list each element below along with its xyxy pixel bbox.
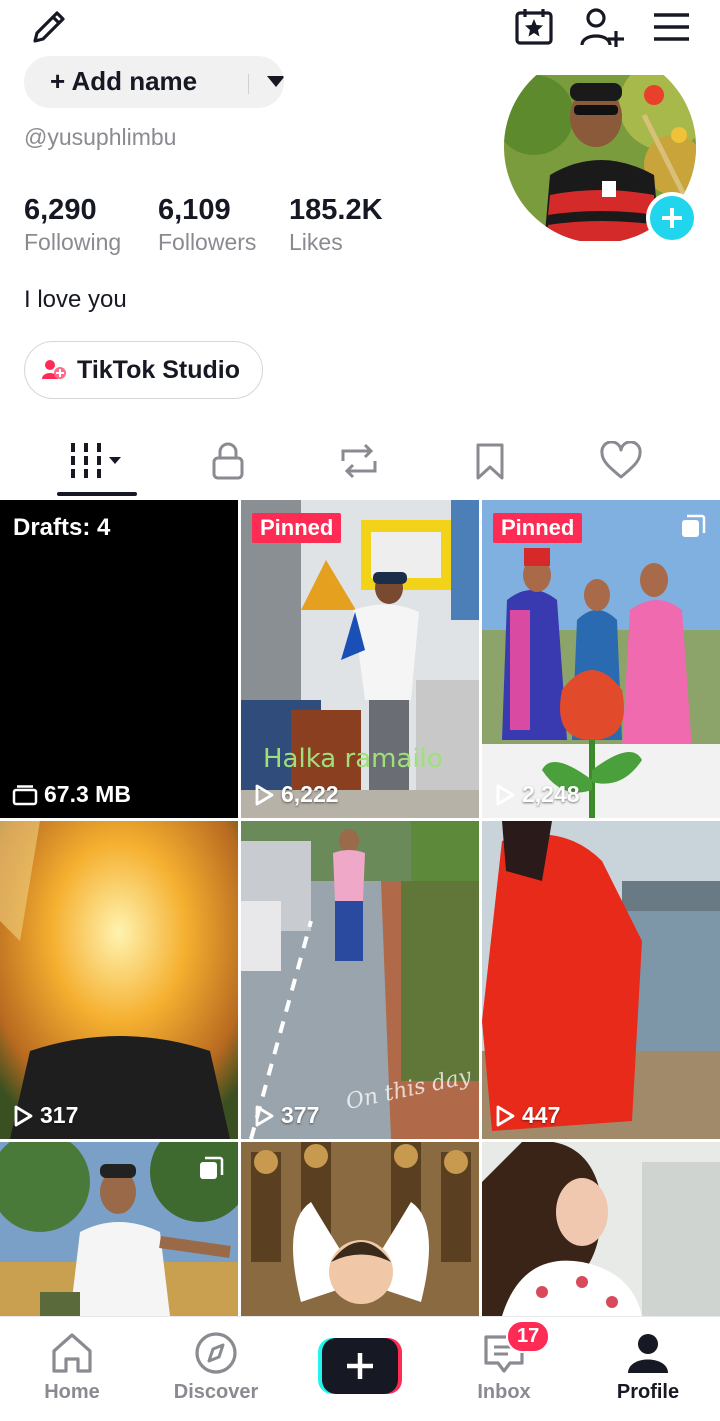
chevron-down-icon[interactable] (267, 76, 284, 87)
nav-discover-label: Discover (173, 1381, 259, 1403)
add-avatar-button[interactable] (646, 192, 698, 244)
add-friend-icon[interactable] (577, 2, 627, 52)
plus-icon (662, 208, 682, 228)
tiktok-studio-button[interactable]: TikTok Studio (24, 341, 263, 399)
stat-following[interactable]: 6,290 Following (24, 193, 121, 257)
menu-icon[interactable] (646, 2, 696, 52)
inbox-badge: 17 (506, 1320, 551, 1353)
followers-count: 6,109 (158, 194, 231, 226)
calendar-star-icon[interactable] (509, 2, 559, 52)
drafts-size: 67.3 MB (12, 781, 131, 808)
play-icon (14, 1105, 33, 1126)
view-count: 317 (12, 1102, 78, 1129)
view-count-value: 447 (522, 1102, 561, 1128)
view-count-value: 377 (281, 1102, 320, 1128)
video-tile[interactable]: 447 (482, 821, 720, 1139)
tab-favorites[interactable] (450, 433, 530, 489)
bottom-nav: Home Discover Inbox Profile (0, 1316, 720, 1420)
pinned-badge: Pinned (252, 513, 342, 543)
video-tile[interactable]: 317 (0, 821, 238, 1139)
view-count-value: 317 (40, 1102, 79, 1128)
home-icon (52, 1333, 92, 1373)
nav-home[interactable]: Home (7, 1317, 137, 1421)
play-icon (255, 784, 274, 805)
video-tile[interactable]: Pinned 2,248 (482, 500, 720, 818)
video-tile[interactable]: Halka ramailo Pinned 6,222 (241, 500, 479, 818)
add-name-divider (248, 74, 249, 94)
studio-people-icon (42, 360, 66, 379)
drafts-size-value: 67.3 MB (44, 781, 131, 807)
following-label: Following (24, 229, 122, 255)
stat-followers[interactable]: 6,109 Followers (158, 193, 256, 257)
tab-private[interactable] (188, 433, 268, 489)
multi-photo-icon (682, 514, 706, 537)
profile-icon (628, 1334, 668, 1373)
create-button[interactable] (318, 1338, 402, 1394)
video-tile[interactable] (241, 1142, 479, 1316)
drafts-tile[interactable]: Drafts: 4 67.3 MB (0, 500, 238, 818)
active-tab-indicator (57, 492, 137, 496)
stat-likes[interactable]: 185.2K Likes (289, 193, 383, 257)
favorites-bookmark-icon (476, 443, 504, 480)
nav-home-label: Home (44, 1381, 100, 1403)
view-count: 6,222 (253, 781, 339, 808)
compass-icon (195, 1332, 237, 1374)
video-caption-overlay: Halka ramailo (263, 744, 443, 774)
pinned-badge: Pinned (493, 513, 583, 543)
bio-text: I love you (24, 286, 127, 313)
nav-inbox-label: Inbox (477, 1381, 531, 1403)
drafts-label: Drafts: 4 (13, 514, 111, 541)
private-lock-icon (212, 442, 244, 480)
video-tile[interactable] (482, 1142, 720, 1316)
liked-heart-icon (600, 441, 642, 479)
view-count-value: 2,248 (522, 781, 580, 807)
video-tile[interactable] (0, 1142, 238, 1316)
tiktok-studio-label: TikTok Studio (77, 355, 240, 384)
tab-videos[interactable] (57, 433, 137, 489)
followers-label: Followers (158, 229, 257, 255)
videos-grid-icon (71, 443, 121, 478)
add-name-button[interactable]: + Add name (24, 56, 284, 108)
following-count: 6,290 (24, 194, 97, 226)
view-count-value: 6,222 (281, 781, 339, 807)
nav-profile[interactable]: Profile (583, 1317, 713, 1421)
username: @yusuphlimbu (24, 124, 177, 150)
edit-icon[interactable] (24, 2, 74, 52)
nav-discover[interactable]: Discover (151, 1317, 281, 1421)
play-icon (255, 1105, 274, 1126)
multi-photo-icon (200, 1156, 224, 1179)
reposts-icon (341, 443, 377, 479)
nav-profile-label: Profile (616, 1381, 680, 1403)
play-icon (496, 1105, 515, 1126)
likes-count: 185.2K (289, 194, 383, 226)
tab-liked[interactable] (581, 433, 661, 489)
view-count: 2,248 (494, 781, 580, 808)
storage-icon (12, 784, 38, 805)
add-name-label: + Add name (50, 66, 198, 96)
video-tile[interactable]: On this day 377 (241, 821, 479, 1139)
tab-reposts[interactable] (319, 433, 399, 489)
profile-tabs (0, 425, 720, 497)
likes-label: Likes (289, 229, 343, 255)
view-count: 447 (494, 1102, 560, 1129)
view-count: 377 (253, 1102, 319, 1129)
play-icon (496, 784, 515, 805)
